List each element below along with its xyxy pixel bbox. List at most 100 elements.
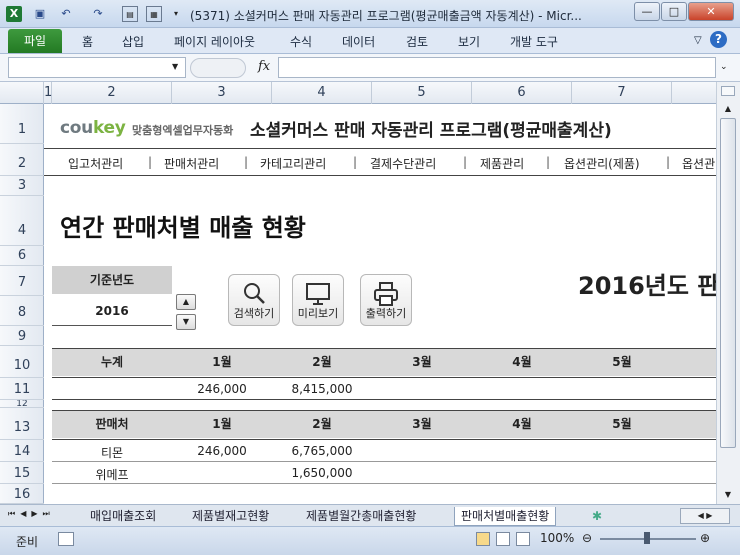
nav-item-payment[interactable]: 결제수단관리 bbox=[370, 155, 436, 172]
save-icon[interactable]: ▣ bbox=[32, 6, 48, 22]
row-header[interactable]: 6 bbox=[0, 246, 44, 266]
sheet-tabs-bar: ⏮◀▶⏭ 매입매출조회 제품별재고현황 제품별월간총매출현황 판매처별매출현황 … bbox=[0, 504, 740, 526]
ribbon-collapse-icon[interactable]: ▽ bbox=[694, 35, 702, 46]
detail-cell[interactable]: 6,765,000 bbox=[272, 444, 372, 458]
seller-name-cell[interactable]: 위메프 bbox=[52, 466, 172, 483]
tab-home[interactable]: 홈 bbox=[82, 33, 93, 50]
qa-dropdown-icon[interactable]: ▾ bbox=[168, 6, 184, 22]
tab-nav-arrows-icon[interactable]: ⏮◀▶⏭ bbox=[8, 509, 55, 519]
sheet-tab[interactable]: 제품별월간총매출현황 bbox=[300, 507, 422, 526]
summary-cell[interactable]: 8,415,000 bbox=[272, 382, 372, 396]
insert-function-icon[interactable]: fx bbox=[258, 59, 270, 74]
row-header[interactable]: 11 bbox=[0, 378, 44, 400]
scroll-down-icon[interactable]: ▼ bbox=[721, 490, 735, 502]
minimize-button[interactable]: — bbox=[634, 2, 660, 21]
new-sheet-icon[interactable]: ✱ bbox=[586, 507, 608, 526]
year-value[interactable]: 2016 bbox=[52, 296, 172, 326]
column-header[interactable]: 7 bbox=[572, 82, 672, 104]
formula-input[interactable] bbox=[278, 57, 716, 78]
detail-cell[interactable]: 246,000 bbox=[172, 444, 272, 458]
horizontal-scroll[interactable]: ◀ ▶ bbox=[680, 508, 730, 524]
formula-expand-icon[interactable]: ⌄ bbox=[720, 62, 728, 72]
search-icon bbox=[244, 283, 265, 304]
column-header[interactable]: 2 bbox=[52, 82, 172, 104]
formula-bar: ▼ fx ⌄ bbox=[0, 54, 740, 82]
nav-item-supplier[interactable]: 입고처관리 bbox=[68, 155, 123, 172]
worksheet[interactable]: coukey 맞춤형엑셀업무자동화 소셜커머스 판매 자동관리 프로그램(평균매… bbox=[44, 104, 716, 504]
redo-icon[interactable]: ↷ bbox=[90, 6, 106, 22]
zoom-in-icon[interactable]: ⊕ bbox=[700, 531, 710, 545]
year-down-button[interactable]: ▼ bbox=[176, 314, 196, 330]
row-header[interactable]: 15 bbox=[0, 462, 44, 484]
maximize-button[interactable]: □ bbox=[661, 2, 687, 21]
ribbon-tabs: 파일 홈 삽입 페이지 레이아웃 수식 데이터 검토 보기 개발 도구 ▽ ? bbox=[0, 28, 740, 54]
column-header[interactable]: 1 bbox=[44, 82, 52, 104]
row-header[interactable]: 14 bbox=[0, 440, 44, 462]
tab-review[interactable]: 검토 bbox=[406, 33, 428, 50]
row-header[interactable]: 16 bbox=[0, 484, 44, 504]
column-header[interactable]: 5 bbox=[372, 82, 472, 104]
row-header[interactable]: 8 bbox=[0, 296, 44, 326]
select-all-corner[interactable] bbox=[0, 82, 44, 104]
search-button[interactable]: 검색하기 bbox=[228, 274, 280, 326]
tab-insert[interactable]: 삽입 bbox=[122, 33, 144, 50]
macro-record-icon[interactable] bbox=[58, 532, 74, 546]
name-box-dropdown-icon[interactable]: ▼ bbox=[172, 62, 178, 71]
sheet-tab[interactable]: 매입매출조회 bbox=[84, 507, 162, 526]
tab-formulas[interactable]: 수식 bbox=[290, 33, 312, 50]
row-header[interactable]: 10 bbox=[0, 346, 44, 378]
row-header[interactable]: 1 bbox=[0, 104, 44, 144]
close-button[interactable]: ✕ bbox=[688, 2, 734, 21]
scroll-up-icon[interactable]: ▲ bbox=[721, 104, 735, 116]
seller-name-cell[interactable]: 티몬 bbox=[52, 444, 172, 461]
row-header[interactable]: 12 bbox=[0, 400, 44, 408]
nav-separator: | bbox=[148, 155, 153, 169]
summary-header-cell: 6 bbox=[672, 348, 716, 376]
print-button-label: 출력하기 bbox=[365, 307, 407, 320]
page-break-view-icon[interactable] bbox=[516, 532, 530, 546]
summary-table-header: 누계 1월 2월 3월 4월 5월 6 bbox=[52, 348, 716, 376]
undo-icon[interactable]: ↶ bbox=[58, 6, 74, 22]
row-header[interactable]: 9 bbox=[0, 326, 44, 346]
nav-item-seller[interactable]: 판매처관리 bbox=[164, 155, 219, 172]
page-layout-view-icon[interactable] bbox=[496, 532, 510, 546]
row-header[interactable]: 7 bbox=[0, 266, 44, 296]
nav-item-option[interactable]: 옵션관 bbox=[682, 155, 715, 172]
column-header[interactable]: 4 bbox=[272, 82, 372, 104]
column-header[interactable]: 6 bbox=[472, 82, 572, 104]
custom-icon-1[interactable]: ▤ bbox=[122, 6, 138, 22]
row-header[interactable]: 2 bbox=[0, 144, 44, 176]
nav-item-product[interactable]: 제품관리 bbox=[480, 155, 524, 172]
detail-cell[interactable]: 1,650,000 bbox=[272, 466, 372, 480]
name-box[interactable] bbox=[8, 57, 186, 78]
sheet-tab[interactable]: 제품별재고현황 bbox=[186, 507, 275, 526]
row-header[interactable]: 13 bbox=[0, 408, 44, 440]
year-up-button[interactable]: ▲ bbox=[176, 294, 196, 310]
nav-item-option-product[interactable]: 옵션관리(제품) bbox=[564, 155, 640, 172]
tab-file[interactable]: 파일 bbox=[8, 29, 62, 53]
tab-developer[interactable]: 개발 도구 bbox=[510, 33, 558, 50]
scroll-thumb[interactable] bbox=[720, 118, 736, 448]
tab-view[interactable]: 보기 bbox=[458, 33, 480, 50]
excel-icon[interactable]: X bbox=[6, 6, 22, 22]
help-icon[interactable]: ? bbox=[710, 31, 727, 48]
row-header[interactable]: 4 bbox=[0, 196, 44, 246]
column-header[interactable]: 3 bbox=[172, 82, 272, 104]
normal-view-icon[interactable] bbox=[476, 532, 490, 546]
zoom-slider-handle[interactable] bbox=[644, 532, 650, 544]
preview-button-label: 미리보기 bbox=[297, 307, 339, 320]
nav-item-category[interactable]: 카테고리관리 bbox=[260, 155, 326, 172]
zoom-level[interactable]: 100% bbox=[540, 531, 574, 545]
zoom-out-icon[interactable]: ⊖ bbox=[582, 531, 592, 545]
tab-data[interactable]: 데이터 bbox=[342, 33, 375, 50]
sheet-tab-active[interactable]: 판매처별매출현황 bbox=[454, 507, 557, 526]
tab-page-layout[interactable]: 페이지 레이아웃 bbox=[174, 33, 255, 50]
preview-button[interactable]: 미리보기 bbox=[292, 274, 344, 326]
split-handle-icon[interactable] bbox=[721, 86, 735, 96]
custom-icon-2[interactable]: ▦ bbox=[146, 6, 162, 22]
summary-cell[interactable]: 246,000 bbox=[172, 382, 272, 396]
print-button[interactable]: 출력하기 bbox=[360, 274, 412, 326]
row-header[interactable]: 3 bbox=[0, 176, 44, 196]
vertical-scrollbar[interactable]: ▲ ▼ bbox=[716, 82, 740, 504]
formula-functions-pill bbox=[190, 58, 246, 78]
